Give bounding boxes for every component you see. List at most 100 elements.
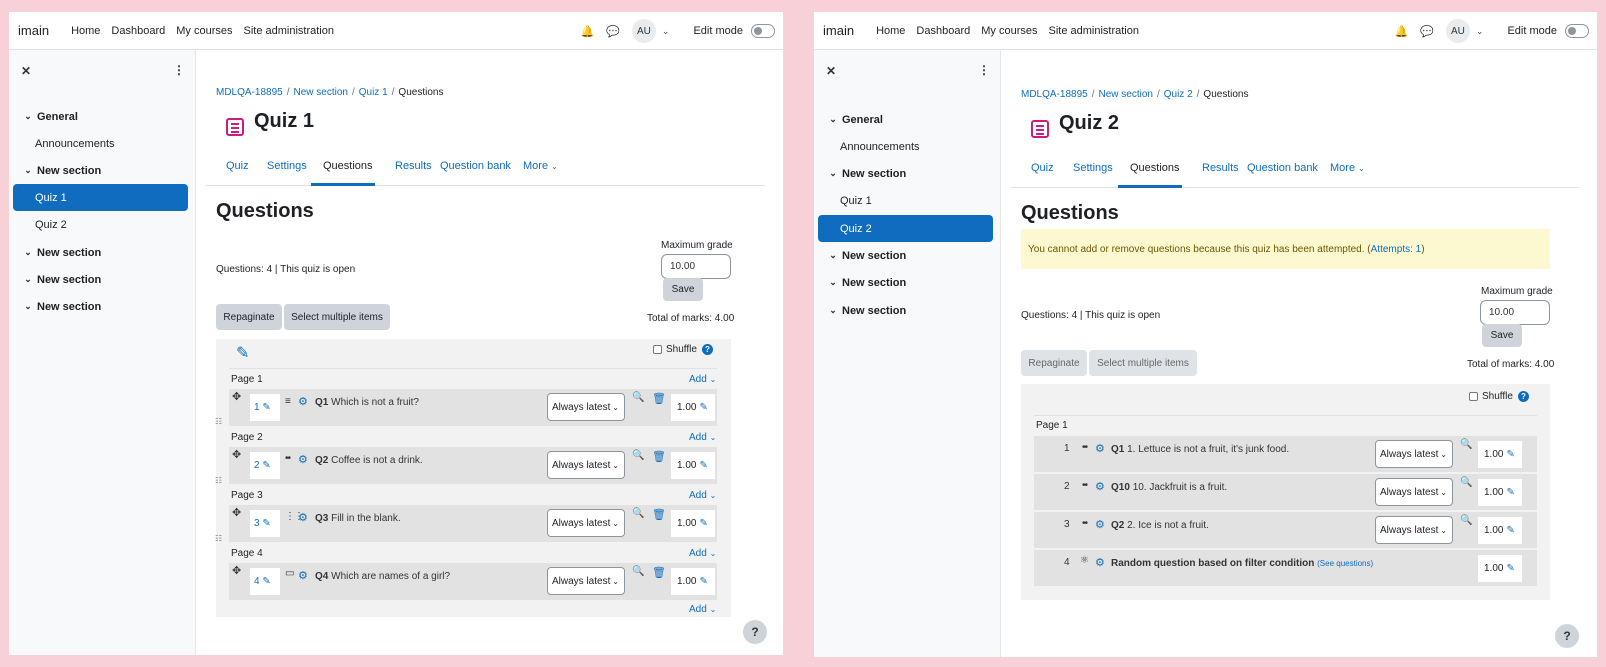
sidebar-section-new-section[interactable]: ⌄ New section bbox=[13, 157, 188, 184]
sidebar-item-quiz-2[interactable]: Quiz 2 bbox=[818, 215, 993, 242]
version-select[interactable]: Always latest ⌄ bbox=[547, 567, 625, 595]
help-button[interactable]: ? bbox=[1555, 624, 1579, 648]
pencil-icon[interactable]: ✎ bbox=[1506, 525, 1514, 536]
gear-icon[interactable]: ⚙ bbox=[298, 511, 308, 524]
sidebar-item-quiz-2[interactable]: Quiz 2 bbox=[13, 211, 188, 238]
shuffle-checkbox[interactable] bbox=[653, 345, 662, 354]
nav-site-administration[interactable]: Site administration bbox=[1049, 25, 1140, 37]
pencil-icon[interactable]: ✎ bbox=[699, 518, 707, 529]
edit-mode-toggle[interactable] bbox=[751, 24, 775, 38]
edit-section-pencil-icon[interactable]: ✎ bbox=[236, 343, 249, 363]
sidebar-section-new-section[interactable]: ⌄ New section bbox=[13, 293, 188, 320]
sidebar-section-new-section[interactable]: ⌄ New section bbox=[13, 266, 188, 293]
max-mark[interactable]: 1.00 ✎ bbox=[671, 394, 715, 421]
slot-number[interactable]: 1 ✎ bbox=[250, 394, 280, 421]
pencil-icon[interactable]: ✎ bbox=[262, 460, 270, 471]
pencil-icon[interactable]: ✎ bbox=[1506, 449, 1514, 460]
version-select[interactable]: Always latest ⌄ bbox=[547, 451, 625, 479]
gear-icon[interactable]: ⚙ bbox=[1095, 442, 1105, 455]
chevron-down-icon[interactable]: ⌄ bbox=[19, 247, 37, 258]
page-break-icon[interactable]: ☷ bbox=[215, 417, 222, 426]
edit-mode-toggle[interactable] bbox=[1565, 24, 1589, 38]
more-vertical-icon[interactable]: ⋮ bbox=[173, 63, 185, 77]
nav-my-courses[interactable]: My courses bbox=[176, 25, 232, 37]
preview-icon[interactable]: 🔍 bbox=[1460, 515, 1472, 526]
bell-icon[interactable]: 🔔 bbox=[581, 25, 595, 38]
avatar[interactable]: AU bbox=[631, 19, 656, 43]
max-mark[interactable]: 1.00 ✎ bbox=[1478, 555, 1522, 582]
tab-questions[interactable]: Questions bbox=[1130, 162, 1180, 174]
add-menu[interactable]: Add ⌄ bbox=[689, 374, 716, 385]
select-multiple-button[interactable]: Select multiple items bbox=[284, 304, 390, 330]
sidebar-section-general[interactable]: ⌄ General bbox=[13, 103, 188, 130]
avatar[interactable]: AU bbox=[1445, 19, 1470, 43]
preview-icon[interactable]: 🔍 bbox=[1460, 477, 1472, 488]
trash-icon[interactable]: 🗑 bbox=[652, 508, 666, 521]
gear-icon[interactable]: ⚙ bbox=[298, 453, 308, 466]
add-menu[interactable]: Add ⌄ bbox=[689, 490, 716, 501]
chevron-down-icon[interactable]: ⌄ bbox=[19, 165, 37, 176]
chevron-down-icon[interactable]: ⌄ bbox=[19, 111, 37, 122]
tab-results[interactable]: Results bbox=[1202, 162, 1239, 174]
slot-number[interactable]: 2 ✎ bbox=[250, 452, 280, 479]
sidebar-section-new-section[interactable]: ⌄ New section bbox=[818, 242, 993, 269]
nav-home[interactable]: Home bbox=[876, 25, 905, 37]
chevron-down-icon[interactable]: ⌄ bbox=[19, 301, 37, 312]
max-mark[interactable]: 1.00 ✎ bbox=[1478, 517, 1522, 544]
sidebar-section-new-section[interactable]: ⌄ New section bbox=[818, 297, 993, 324]
shuffle-toggle[interactable]: Shuffle? bbox=[1469, 391, 1529, 402]
bell-icon[interactable]: 🔔 bbox=[1395, 25, 1409, 38]
version-select[interactable]: Always latest ⌄ bbox=[547, 393, 625, 421]
add-menu[interactable]: Add ⌄ bbox=[689, 548, 716, 559]
chevron-down-icon[interactable]: ⌄ bbox=[1476, 26, 1484, 37]
breadcrumb-section[interactable]: New section bbox=[1098, 89, 1152, 100]
sidebar-item-announcements[interactable]: Announcements bbox=[13, 130, 188, 157]
preview-icon[interactable]: 🔍 bbox=[1460, 439, 1472, 450]
pencil-icon[interactable]: ✎ bbox=[699, 460, 707, 471]
trash-icon[interactable]: 🗑 bbox=[652, 566, 666, 579]
chevron-down-icon[interactable]: ⌄ bbox=[824, 250, 842, 261]
pencil-icon[interactable]: ✎ bbox=[1506, 563, 1514, 574]
see-questions-link[interactable]: (See questions) bbox=[1317, 559, 1373, 568]
pencil-icon[interactable]: ✎ bbox=[1506, 487, 1514, 498]
site-brand[interactable]: imain bbox=[823, 23, 854, 38]
slot-number[interactable]: 3 ✎ bbox=[250, 510, 280, 537]
nav-site-administration[interactable]: Site administration bbox=[244, 25, 335, 37]
version-select[interactable]: Always latest ⌄ bbox=[547, 509, 625, 537]
chevron-down-icon[interactable]: ⌄ bbox=[662, 26, 670, 37]
chat-icon[interactable]: 💬 bbox=[606, 25, 620, 38]
chevron-down-icon[interactable]: ⌄ bbox=[19, 274, 37, 285]
question-text[interactable]: Q2 2. Ice is not a fruit. bbox=[1111, 520, 1209, 531]
site-brand[interactable]: imain bbox=[18, 23, 49, 38]
chevron-down-icon[interactable]: ⌄ bbox=[824, 114, 842, 125]
help-button[interactable]: ? bbox=[743, 620, 767, 644]
sidebar-item-announcements[interactable]: Announcements bbox=[818, 133, 993, 160]
preview-icon[interactable]: 🔍 bbox=[632, 508, 644, 519]
chevron-down-icon[interactable]: ⌄ bbox=[824, 305, 842, 316]
move-icon[interactable]: ✥ bbox=[232, 564, 241, 577]
save-button[interactable]: Save bbox=[663, 278, 703, 301]
add-menu[interactable]: Add ⌄ bbox=[689, 432, 716, 443]
question-text[interactable]: Q1 1. Lettuce is not a fruit, it's junk … bbox=[1111, 444, 1289, 455]
max-mark[interactable]: 1.00 ✎ bbox=[1478, 441, 1522, 468]
maximum-grade-input[interactable]: 10.00 bbox=[661, 254, 731, 279]
gear-icon[interactable]: ⚙ bbox=[1095, 480, 1105, 493]
shuffle-toggle[interactable]: Shuffle? bbox=[653, 344, 713, 355]
nav-dashboard[interactable]: Dashboard bbox=[916, 25, 970, 37]
sidebar-item-quiz-1[interactable]: Quiz 1 bbox=[818, 187, 993, 214]
nav-my-courses[interactable]: My courses bbox=[981, 25, 1037, 37]
tab-question-bank[interactable]: Question bank bbox=[440, 160, 511, 172]
sidebar-section-general[interactable]: ⌄ General bbox=[818, 106, 993, 133]
nav-dashboard[interactable]: Dashboard bbox=[111, 25, 165, 37]
max-mark[interactable]: 1.00 ✎ bbox=[671, 568, 715, 595]
pencil-icon[interactable]: ✎ bbox=[262, 576, 270, 587]
close-icon[interactable]: ✕ bbox=[826, 64, 836, 78]
nav-home[interactable]: Home bbox=[71, 25, 100, 37]
chevron-down-icon[interactable]: ⌄ bbox=[824, 277, 842, 288]
help-icon[interactable]: ? bbox=[701, 344, 713, 355]
maximum-grade-input[interactable]: 10.00 bbox=[1480, 300, 1550, 325]
save-button[interactable]: Save bbox=[1482, 324, 1522, 347]
preview-icon[interactable]: 🔍 bbox=[632, 566, 644, 577]
sidebar-section-new-section[interactable]: ⌄ New section bbox=[818, 269, 993, 296]
pencil-icon[interactable]: ✎ bbox=[699, 402, 707, 413]
